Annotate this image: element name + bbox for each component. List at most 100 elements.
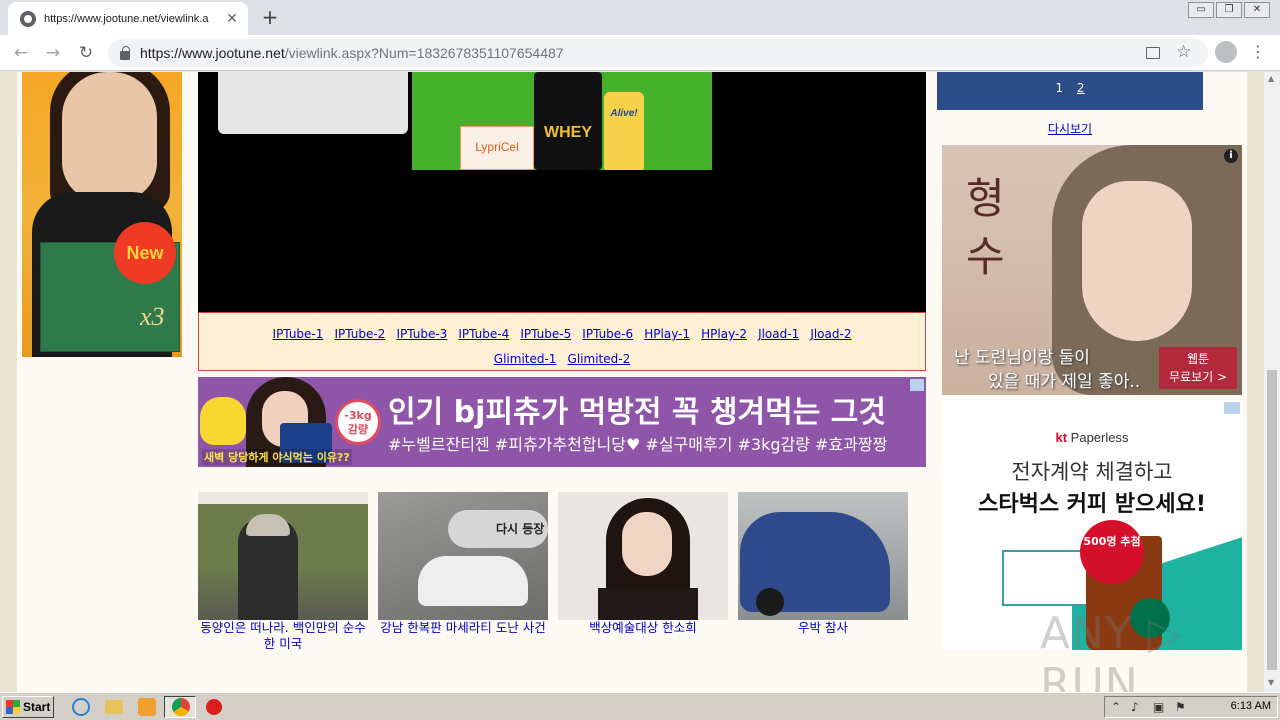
link-iptube-3[interactable]: IPTube-3 bbox=[396, 327, 447, 341]
adchoices-icon[interactable] bbox=[910, 379, 924, 391]
link-jload-2[interactable]: Jload-2 bbox=[810, 327, 851, 341]
ie-icon[interactable] bbox=[72, 698, 90, 716]
link-iptube-4[interactable]: IPTube-4 bbox=[458, 327, 509, 341]
player-panel bbox=[218, 72, 408, 134]
network-icon[interactable]: ▣ bbox=[1153, 700, 1164, 714]
thumb-hat bbox=[246, 514, 290, 536]
kt-brand-name: Paperless bbox=[1067, 430, 1129, 445]
pager-box: 1 2 bbox=[937, 72, 1203, 110]
scroll-down-arrow[interactable]: ▼ bbox=[1268, 678, 1274, 687]
thumbnail-card-1[interactable]: 동양인은 떠나라. 백인만의 순수한 미국 bbox=[198, 492, 368, 652]
forward-button[interactable]: → bbox=[42, 42, 64, 64]
diet-banner-ad[interactable]: -3kg 감량 인기 bj피츄가 먹방전 꼭 챙겨먹는 그것 #누벨르잔티젠 #… bbox=[198, 377, 926, 467]
kt-line-2: 스타벅스 커피 받으세요! bbox=[978, 492, 1206, 517]
link-iptube-6[interactable]: IPTube-6 bbox=[582, 327, 633, 341]
back-button[interactable]: ← bbox=[10, 42, 32, 64]
reload-button[interactable]: ↻ bbox=[75, 42, 97, 64]
pikachu-figure bbox=[200, 397, 246, 445]
thumbnail-caption-4[interactable]: 우박 참사 bbox=[738, 620, 908, 636]
links-row-1: IPTube-1 IPTube-2 IPTube-3 IPTube-4 IPTu… bbox=[199, 321, 925, 346]
url-host: https://www.jootune.net bbox=[140, 45, 285, 61]
windows-taskbar: Start ⌃ ♪ ▣ ⚑ 6:13 AM bbox=[0, 692, 1280, 720]
whey-label: WHEY bbox=[544, 124, 592, 141]
bookmark-star-icon[interactable]: ☆ bbox=[1176, 42, 1191, 62]
link-jload-1[interactable]: Jload-1 bbox=[758, 327, 799, 341]
link-glimited-1[interactable]: Glimited-1 bbox=[494, 352, 557, 366]
thumbnail-card-2[interactable]: 다시 등장 강남 한복판 마세라티 도난 사건 bbox=[378, 492, 548, 636]
thumbnail-image-2[interactable]: 다시 등장 bbox=[378, 492, 548, 620]
link-iptube-1[interactable]: IPTube-1 bbox=[273, 327, 324, 341]
chrome-icon bbox=[172, 698, 190, 716]
webtoon-cta-button[interactable]: 웹툰 무료보기 > bbox=[1159, 347, 1237, 389]
thumbnail-image-4[interactable] bbox=[738, 492, 908, 620]
thumb-wheel bbox=[756, 588, 784, 616]
browser-menu-icon[interactable]: ⋮ bbox=[1250, 42, 1266, 61]
link-iptube-5[interactable]: IPTube-5 bbox=[520, 327, 571, 341]
scroll-up-arrow[interactable]: ▲ bbox=[1268, 74, 1274, 83]
close-window-button[interactable]: ✕ bbox=[1244, 2, 1270, 18]
clock[interactable]: 6:13 AM bbox=[1231, 700, 1271, 712]
url-text[interactable]: https://www.jootune.net/viewlink.aspx?Nu… bbox=[140, 45, 564, 61]
webtoon-ad[interactable]: 형 수 난 도련님이랑 둘이 있을 때가 제일 좋아.. 웹툰 무료보기 > i bbox=[942, 145, 1242, 395]
browser-toolbar: ← → ↻ https://www.jootune.net/viewlink.a… bbox=[0, 35, 1280, 71]
whey-tub bbox=[534, 72, 602, 170]
close-tab-icon[interactable]: ✕ bbox=[224, 11, 240, 27]
anyrun-watermark: ANY ▷ RUN bbox=[1040, 608, 1183, 692]
ad-model-face bbox=[62, 72, 157, 202]
banner-headline: 인기 bj피츄가 먹방전 꼭 챙겨먹는 그것 bbox=[388, 395, 886, 430]
laptop-illustration bbox=[1002, 550, 1090, 606]
kt-brand: kt Paperless bbox=[942, 430, 1242, 445]
thumbnail-card-3[interactable]: 백상예술대상 한소희 bbox=[558, 492, 728, 636]
restore-button[interactable]: ❐ bbox=[1216, 2, 1242, 18]
thumbnail-caption-1[interactable]: 동양인은 떠나라. 백인만의 순수한 미국 bbox=[198, 620, 368, 652]
security-app-icon[interactable] bbox=[206, 699, 222, 715]
browser-tab[interactable]: https://www.jootune.net/viewlink.a ✕ bbox=[8, 2, 248, 35]
page-scrollbar[interactable]: ▲ ▼ bbox=[1264, 72, 1280, 692]
new-badge: New bbox=[114, 222, 176, 284]
address-bar[interactable]: https://www.jootune.net/viewlink.aspx?Nu… bbox=[108, 39, 1208, 67]
link-hplay-2[interactable]: HPlay-2 bbox=[701, 327, 747, 341]
banner-subtitle: 새벽 당당하게 야식먹는 이유?? bbox=[202, 449, 352, 465]
popup-blocked-icon[interactable] bbox=[1146, 47, 1160, 59]
globe-icon bbox=[20, 10, 36, 27]
start-button[interactable]: Start bbox=[2, 696, 54, 718]
tray-expand-icon[interactable]: ⌃ bbox=[1111, 700, 1121, 714]
media-player-icon[interactable] bbox=[138, 698, 156, 716]
profile-avatar[interactable] bbox=[1215, 41, 1237, 63]
page-2-link[interactable]: 2 bbox=[1077, 81, 1085, 95]
thumbnail-card-4[interactable]: 우박 참사 bbox=[738, 492, 908, 636]
volume-icon[interactable]: ♪ bbox=[1131, 700, 1139, 714]
watch-again-link[interactable]: 다시보기 bbox=[937, 120, 1203, 137]
ad-x3-mark: x3 bbox=[140, 302, 165, 331]
banner-hashtags: #누벨르잔티젠 #피츄가추천합니당♥ #실구매후기 #3kg감량 #효과짱짱 bbox=[388, 435, 888, 454]
link-iptube-2[interactable]: IPTube-2 bbox=[334, 327, 385, 341]
start-label: Start bbox=[23, 700, 51, 714]
thumbnail-caption-2[interactable]: 강남 한복판 마세라티 도난 사건 bbox=[378, 620, 548, 636]
webtoon-title-char-1: 형 bbox=[966, 174, 1005, 223]
new-tab-button[interactable]: + bbox=[258, 6, 282, 30]
minimize-button[interactable]: ▭ bbox=[1188, 2, 1214, 18]
lypricel-label: LypriCel bbox=[475, 140, 519, 154]
thumb-overlay-text: 다시 등장 bbox=[496, 522, 545, 536]
thumbnail-image-3[interactable] bbox=[558, 492, 728, 620]
lock-icon[interactable] bbox=[120, 45, 130, 60]
thumbnail-caption-3[interactable]: 백상예술대상 한소희 bbox=[558, 620, 728, 636]
link-glimited-2[interactable]: Glimited-2 bbox=[568, 352, 631, 366]
tab-strip: https://www.jootune.net/viewlink.a ✕ + ▭… bbox=[0, 0, 1280, 35]
flag-icon[interactable]: ⚑ bbox=[1175, 700, 1186, 714]
tab-title: https://www.jootune.net/viewlink.a bbox=[44, 12, 209, 25]
kt-logo: kt bbox=[1055, 430, 1068, 445]
scroll-thumb[interactable] bbox=[1267, 370, 1277, 670]
adchoices-icon[interactable] bbox=[1224, 402, 1240, 414]
chrome-taskbar-button[interactable] bbox=[164, 696, 196, 718]
supplement-ad[interactable]: LypriCel WHEY Alive! bbox=[412, 72, 712, 170]
folder-icon[interactable] bbox=[105, 700, 123, 714]
link-hplay-1[interactable]: HPlay-1 bbox=[644, 327, 690, 341]
weight-loss-badge: -3kg 감량 bbox=[335, 399, 381, 445]
info-icon[interactable]: i bbox=[1224, 149, 1238, 163]
left-side-ad[interactable]: New x3 bbox=[22, 72, 182, 357]
page-1-link[interactable]: 1 bbox=[1055, 81, 1063, 95]
video-player[interactable]: LypriCel WHEY Alive! bbox=[198, 72, 926, 312]
thumbnail-image-1[interactable] bbox=[198, 492, 368, 620]
page-content: New x3 LypriCel WHEY Alive! IPTube-1 IPT… bbox=[17, 72, 1247, 692]
